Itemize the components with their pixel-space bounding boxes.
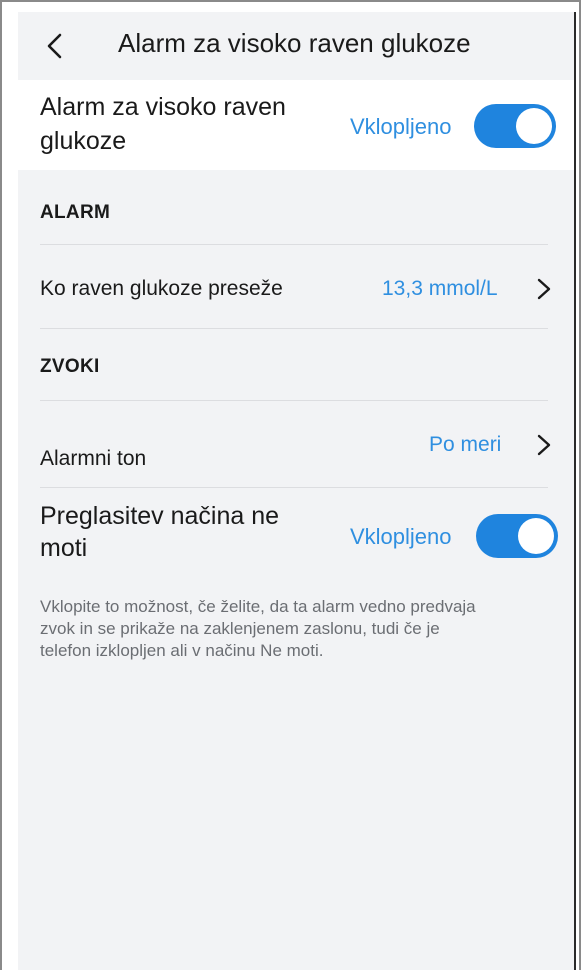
- dnd-help-text: Vklopite to možnost, če želite, da ta al…: [40, 597, 476, 660]
- main-alarm-label: Alarm za visoko raven glukoze: [40, 93, 286, 155]
- dnd-override-toggle[interactable]: [476, 514, 558, 558]
- main-alarm-status: Vklopljeno: [350, 114, 452, 139]
- divider: [40, 487, 548, 488]
- alarm-section-heading: ALARM: [40, 202, 111, 223]
- alarm-tone-label: Alarmni ton: [40, 447, 147, 470]
- toggle-knob: [518, 518, 554, 554]
- alarm-tone-row[interactable]: Alarmni ton Po meri: [18, 401, 574, 487]
- chevron-right-icon: [537, 434, 551, 456]
- top-bar: Alarm za visoko raven glukoze: [18, 12, 574, 80]
- threshold-row[interactable]: Ko raven glukoze preseže 13,3 mmol/L: [18, 245, 574, 329]
- toggle-knob: [516, 108, 552, 144]
- threshold-label: Ko raven glukoze preseže: [40, 277, 283, 300]
- main-alarm-row: Alarm za visoko raven glukoze Vklopljeno: [18, 80, 574, 170]
- back-button[interactable]: [40, 30, 68, 62]
- threshold-value: 13,3 mmol/L: [382, 277, 498, 300]
- divider: [40, 328, 548, 329]
- chevron-left-icon: [47, 33, 62, 59]
- chevron-right-icon: [537, 278, 551, 300]
- dnd-override-label: Preglasitev načina ne moti: [40, 502, 280, 562]
- main-alarm-toggle[interactable]: [474, 104, 556, 148]
- alarm-tone-value: Po meri: [429, 433, 502, 456]
- page-title: Alarm za visoko raven glukoze: [118, 28, 471, 58]
- dnd-override-status: Vklopljeno: [350, 524, 452, 549]
- sounds-section-heading: ZVOKI: [40, 356, 100, 377]
- screen: Alarm za visoko raven glukoze Alarm za v…: [18, 12, 576, 970]
